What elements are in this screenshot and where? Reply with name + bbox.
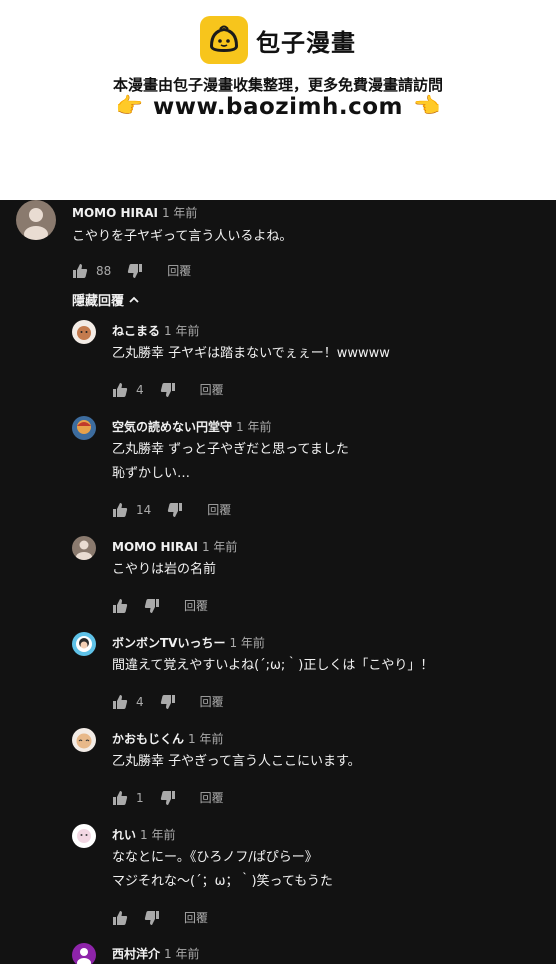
- comment-meta: 空気の読めない円堂守 1 年前: [112, 418, 271, 435]
- hide-replies-label: 隱藏回覆: [72, 294, 125, 309]
- logo-bun-icon: [200, 16, 248, 64]
- thumb-up-icon[interactable]: [112, 382, 128, 398]
- thumb-down-icon[interactable]: [160, 694, 176, 710]
- avatar[interactable]: [72, 320, 96, 344]
- comment-meta: ボンボンTVいっちー 1 年前: [112, 634, 265, 651]
- comment-time[interactable]: 1 年前: [229, 636, 264, 650]
- comment-meta: ねこまる 1 年前: [112, 322, 199, 339]
- like-count: 88: [96, 263, 112, 278]
- comment-author[interactable]: かおもじくん: [112, 732, 184, 746]
- comment-meta: 西村洋介 1 年前: [112, 945, 199, 962]
- comment-time[interactable]: 1 年前: [236, 420, 271, 434]
- comment-actions: 14 回覆: [112, 501, 231, 518]
- reply-button[interactable]: 回覆: [184, 597, 208, 614]
- chevron-up-icon: [129, 296, 139, 303]
- banner-subtitle: 本漫畫由包子漫畫收集整理，更多免費漫畫請訪問: [112, 76, 443, 94]
- comment-author[interactable]: MOMO HIRAI: [112, 540, 198, 554]
- like-count: 4: [136, 694, 144, 709]
- thumb-down-icon[interactable]: [160, 790, 176, 806]
- pointing-left-icon: 👈: [413, 94, 441, 119]
- comment-actions: 回覆: [112, 909, 208, 926]
- thumb-down-icon[interactable]: [144, 910, 160, 926]
- comment-meta: れい 1 年前: [112, 826, 175, 843]
- thumb-down-icon[interactable]: [127, 263, 143, 279]
- thumb-down-icon[interactable]: [144, 598, 160, 614]
- comment-author[interactable]: れい: [112, 828, 136, 842]
- comment-author[interactable]: MOMO HIRAI: [72, 206, 158, 220]
- reply-button[interactable]: 回覆: [207, 501, 231, 518]
- reply-button[interactable]: 回覆: [184, 909, 208, 926]
- comment-author[interactable]: ボンボンTVいっちー: [112, 636, 225, 650]
- comment-time[interactable]: 1 年前: [140, 828, 175, 842]
- comment-time[interactable]: 1 年前: [202, 540, 237, 554]
- reply-button[interactable]: 回覆: [200, 693, 224, 710]
- thumb-up-icon[interactable]: [112, 694, 128, 710]
- avatar[interactable]: [72, 824, 96, 848]
- comment-text: 乙丸勝幸 子ヤギは踏まないでぇぇー！wwwww: [112, 346, 390, 361]
- comment-actions: 4 回覆: [112, 381, 224, 398]
- comment-text: こやりを子ヤギって言う人いるよね。: [72, 229, 293, 244]
- comment-actions: 1 回覆: [112, 789, 224, 806]
- thumb-up-icon[interactable]: [72, 263, 88, 279]
- thumb-down-icon[interactable]: [167, 502, 183, 518]
- logo-row[interactable]: 包子漫畫: [0, 16, 556, 64]
- comment-author[interactable]: ねこまる: [112, 324, 160, 338]
- comment-time[interactable]: 1 年前: [164, 324, 199, 338]
- comment-time[interactable]: 1 年前: [188, 732, 223, 746]
- avatar[interactable]: [72, 943, 96, 964]
- comment-text: こやりは岩の名前: [112, 562, 217, 577]
- comments-section: MOMO HIRAI 1 年前 こやりを子ヤギって言う人いるよね。 88 回覆 隱…: [0, 200, 556, 964]
- thumb-up-icon[interactable]: [112, 910, 128, 926]
- logo-text: 包子漫畫: [256, 28, 356, 57]
- comment-meta: MOMO HIRAI 1 年前: [112, 538, 237, 555]
- comment-author[interactable]: 空気の読めない円堂守: [112, 420, 232, 434]
- like-count: 1: [136, 790, 144, 805]
- reply-button[interactable]: 回覆: [200, 789, 224, 806]
- thumb-up-icon[interactable]: [112, 790, 128, 806]
- avatar[interactable]: [72, 728, 96, 752]
- comment-text-line: ななとにー。《ひろノフ/ぱぴらー》: [112, 850, 318, 865]
- banner-url-row[interactable]: 👉 www.baozimh.com 👈: [0, 94, 556, 120]
- comment-meta: MOMO HIRAI 1 年前: [72, 204, 197, 221]
- comment-text-line: マジそれな～(´；ω；｀)笑ってもうた: [112, 874, 333, 889]
- thumb-down-icon[interactable]: [160, 382, 176, 398]
- hide-replies-button[interactable]: 隱藏回覆: [72, 290, 140, 309]
- comment-author[interactable]: 西村洋介: [112, 947, 160, 961]
- comment-text: 間違えて覚えやすいよね(´;ω;｀)正しくは「こやり」！: [112, 658, 434, 673]
- comment-actions: 88 回覆: [72, 262, 191, 279]
- comment-text-line: 恥ずかしい…: [112, 466, 191, 481]
- pointing-right-icon: 👉: [115, 94, 143, 119]
- comment-time[interactable]: 1 年前: [164, 947, 199, 961]
- avatar[interactable]: [16, 200, 56, 240]
- like-count: 14: [136, 502, 152, 517]
- comment-text-line: 乙丸勝幸 ずっと子やぎだと思ってました: [112, 442, 349, 457]
- avatar[interactable]: [72, 536, 96, 560]
- banner-url-link[interactable]: www.baozimh.com: [153, 94, 403, 120]
- comment-actions: 4 回覆: [112, 693, 224, 710]
- comment-time[interactable]: 1 年前: [162, 206, 197, 220]
- comment-meta: かおもじくん 1 年前: [112, 730, 223, 747]
- thumb-up-icon[interactable]: [112, 598, 128, 614]
- site-banner: 包子漫畫 本漫畫由包子漫畫收集整理，更多免費漫畫請訪問 👉 www.baozim…: [0, 0, 556, 200]
- reply-button[interactable]: 回覆: [200, 381, 224, 398]
- comment-text: 乙丸勝幸 子やぎって言う人ここにいます。: [112, 754, 361, 769]
- comment-actions: 回覆: [112, 597, 208, 614]
- avatar[interactable]: [72, 416, 96, 440]
- reply-button[interactable]: 回覆: [167, 262, 191, 279]
- like-count: 4: [136, 382, 144, 397]
- avatar[interactable]: [72, 632, 96, 656]
- thumb-up-icon[interactable]: [112, 502, 128, 518]
